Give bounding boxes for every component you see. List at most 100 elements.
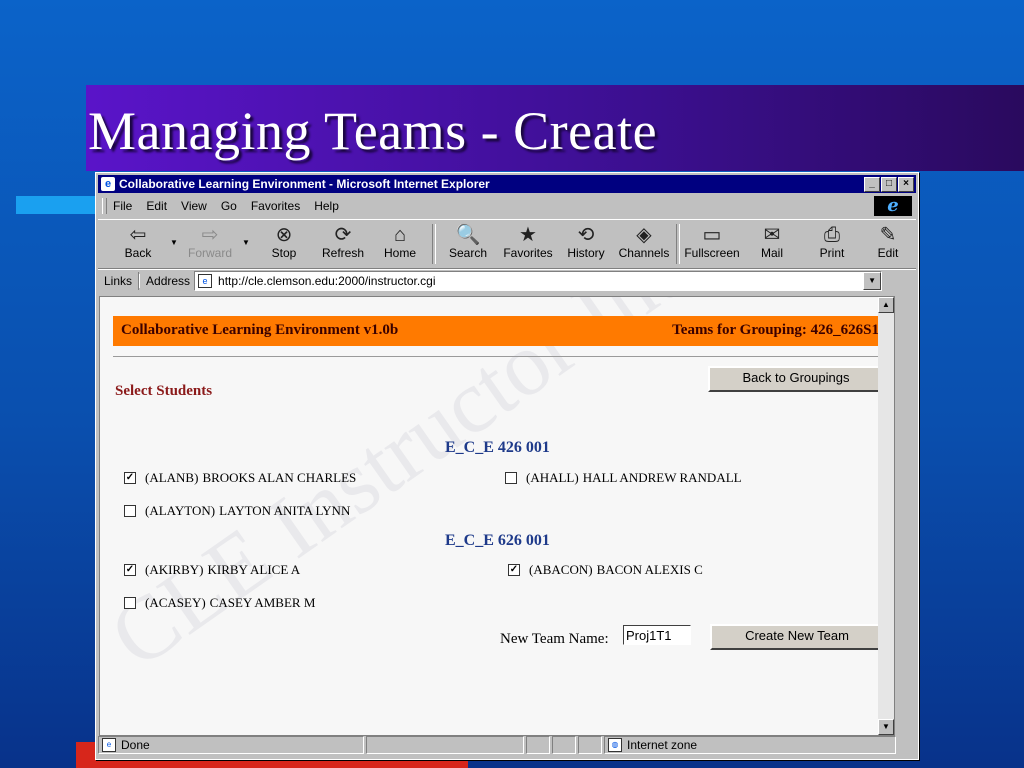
scroll-up-icon[interactable]: ▲ — [878, 297, 894, 313]
checkbox[interactable]: ✓ — [124, 564, 136, 576]
refresh-button[interactable]: ⟳ Refresh — [313, 222, 373, 266]
favorites-label: Favorites — [503, 246, 553, 260]
menu-help[interactable]: Help — [314, 199, 339, 213]
student-id: (ABACON) — [529, 562, 593, 577]
student-id: (AKIRBY) — [145, 562, 204, 577]
channels-icon: ◈ — [636, 224, 652, 246]
create-new-team-button[interactable]: Create New Team — [710, 624, 884, 650]
menu-favorites[interactable]: Favorites — [251, 199, 300, 213]
status-cell — [578, 736, 602, 754]
address-bar: Links Address e http://cle.clemson.edu:2… — [98, 269, 916, 292]
edit-label: Edit — [877, 246, 899, 260]
search-label: Search — [448, 246, 488, 260]
forward-button[interactable]: ⇨ Forward — [180, 222, 240, 266]
window-titlebar[interactable]: e Collaborative Learning Environment - M… — [98, 175, 916, 193]
home-button[interactable]: ⌂ Home — [370, 222, 430, 266]
back-arrow-icon: ⇦ — [129, 224, 147, 246]
menu-view[interactable]: View — [181, 199, 207, 213]
status-text-cell: e Done — [98, 736, 364, 754]
window-title: Collaborative Learning Environment - Mic… — [119, 177, 490, 191]
home-label: Home — [383, 246, 416, 260]
status-progress-cell — [366, 736, 524, 754]
back-button[interactable]: ⇦ Back — [108, 222, 168, 266]
student-checkbox-row[interactable]: ✓ (ABACON) BACON ALEXIS C — [508, 562, 703, 578]
student-checkbox-row[interactable]: (ACASEY) CASEY AMBER M — [124, 595, 315, 611]
page-icon: e — [198, 274, 213, 288]
minimize-button[interactable]: _ — [864, 177, 880, 192]
status-cell — [552, 736, 576, 754]
favorites-icon: ★ — [519, 224, 537, 246]
channels-label: Channels — [618, 246, 670, 260]
mail-label: Mail — [760, 246, 783, 260]
globe-icon: ◍ — [608, 738, 622, 752]
vertical-scrollbar[interactable]: ▲ ▼ — [878, 297, 894, 735]
ie-app-icon: e — [101, 177, 115, 191]
status-text: Done — [121, 738, 150, 752]
print-icon: ⎙ — [824, 224, 840, 246]
fullscreen-label: Fullscreen — [684, 246, 740, 260]
fullscreen-button[interactable]: ▭ Fullscreen — [682, 222, 742, 266]
checkbox[interactable]: ✓ — [124, 472, 136, 484]
address-dropdown-icon[interactable]: ▼ — [863, 272, 882, 290]
checkbox[interactable] — [505, 472, 517, 484]
student-name: KIRBY ALICE A — [207, 562, 301, 577]
print-button[interactable]: ⎙ Print — [802, 222, 862, 266]
history-label: History — [567, 246, 605, 260]
close-button[interactable]: × — [898, 177, 914, 192]
mail-icon: ✉ — [763, 224, 781, 246]
edit-button[interactable]: ✎ Edit — [858, 222, 918, 266]
forward-label: Forward — [187, 246, 232, 260]
checkbox[interactable]: ✓ — [508, 564, 520, 576]
refresh-label: Refresh — [321, 246, 365, 260]
links-button[interactable]: Links — [98, 272, 140, 290]
forward-dropdown-icon[interactable]: ▼ — [242, 238, 250, 247]
checkbox[interactable] — [124, 505, 136, 517]
student-checkbox-row[interactable]: ✓ (AKIRBY) KIRBY ALICE A — [124, 562, 300, 578]
toolbar-separator — [432, 224, 436, 264]
back-dropdown-icon[interactable]: ▼ — [170, 238, 178, 247]
ie-logo-icon: e — [874, 196, 912, 216]
student-id: (AHALL) — [526, 470, 579, 485]
status-bar: e Done ◍ Internet zone — [98, 736, 916, 756]
browser-window: e Collaborative Learning Environment - M… — [95, 172, 919, 760]
menu-bar: File Edit View Go Favorites Help e — [98, 195, 916, 217]
toolbar-grip[interactable] — [102, 198, 107, 214]
new-team-name-input[interactable] — [623, 625, 691, 645]
status-cell — [526, 736, 550, 754]
page-content: CLE Instructor Interface version 1.0 bet… — [99, 296, 895, 736]
favorites-button[interactable]: ★ Favorites — [498, 222, 558, 266]
student-checkbox-row[interactable]: (AHALL) HALL ANDREW RANDALL — [505, 470, 742, 486]
student-id: (ACASEY) — [145, 595, 206, 610]
student-id: (ALAYTON) — [145, 503, 216, 518]
menu-file[interactable]: File — [113, 199, 132, 213]
refresh-icon: ⟳ — [334, 224, 352, 246]
history-button[interactable]: ⟲ History — [556, 222, 616, 266]
back-label: Back — [124, 246, 152, 260]
edit-icon: ✎ — [879, 224, 897, 246]
history-icon: ⟲ — [577, 224, 595, 246]
checkbox[interactable] — [124, 597, 136, 609]
student-name: CASEY AMBER M — [209, 595, 316, 610]
student-id: (ALANB) — [145, 470, 199, 485]
student-checkbox-row[interactable]: ✓ (ALANB) BROOKS ALAN CHARLES — [124, 470, 356, 486]
search-icon: 🔍 — [455, 224, 481, 246]
stop-button[interactable]: ⊗ Stop — [254, 222, 314, 266]
section-heading: E_C_E 426 001 — [445, 439, 550, 456]
scroll-down-icon[interactable]: ▼ — [878, 719, 894, 735]
page-done-icon: e — [102, 738, 116, 752]
back-to-groupings-button[interactable]: Back to Groupings — [708, 366, 884, 392]
student-name: HALL ANDREW RANDALL — [582, 470, 742, 485]
search-button[interactable]: 🔍 Search — [438, 222, 498, 266]
mail-button[interactable]: ✉ Mail — [742, 222, 802, 266]
fullscreen-icon: ▭ — [702, 224, 722, 246]
app-name: Collaborative Learning Environment v1.0b — [121, 322, 399, 338]
address-input[interactable]: e http://cle.clemson.edu:2000/instructor… — [194, 271, 883, 291]
student-checkbox-row[interactable]: (ALAYTON) LAYTON ANITA LYNN — [124, 503, 350, 519]
stop-label: Stop — [271, 246, 297, 260]
menu-edit[interactable]: Edit — [146, 199, 167, 213]
header-divider — [113, 356, 885, 357]
address-label: Address — [139, 274, 194, 288]
channels-button[interactable]: ◈ Channels — [614, 222, 674, 266]
maximize-button[interactable]: □ — [881, 177, 897, 192]
menu-go[interactable]: Go — [221, 199, 237, 213]
